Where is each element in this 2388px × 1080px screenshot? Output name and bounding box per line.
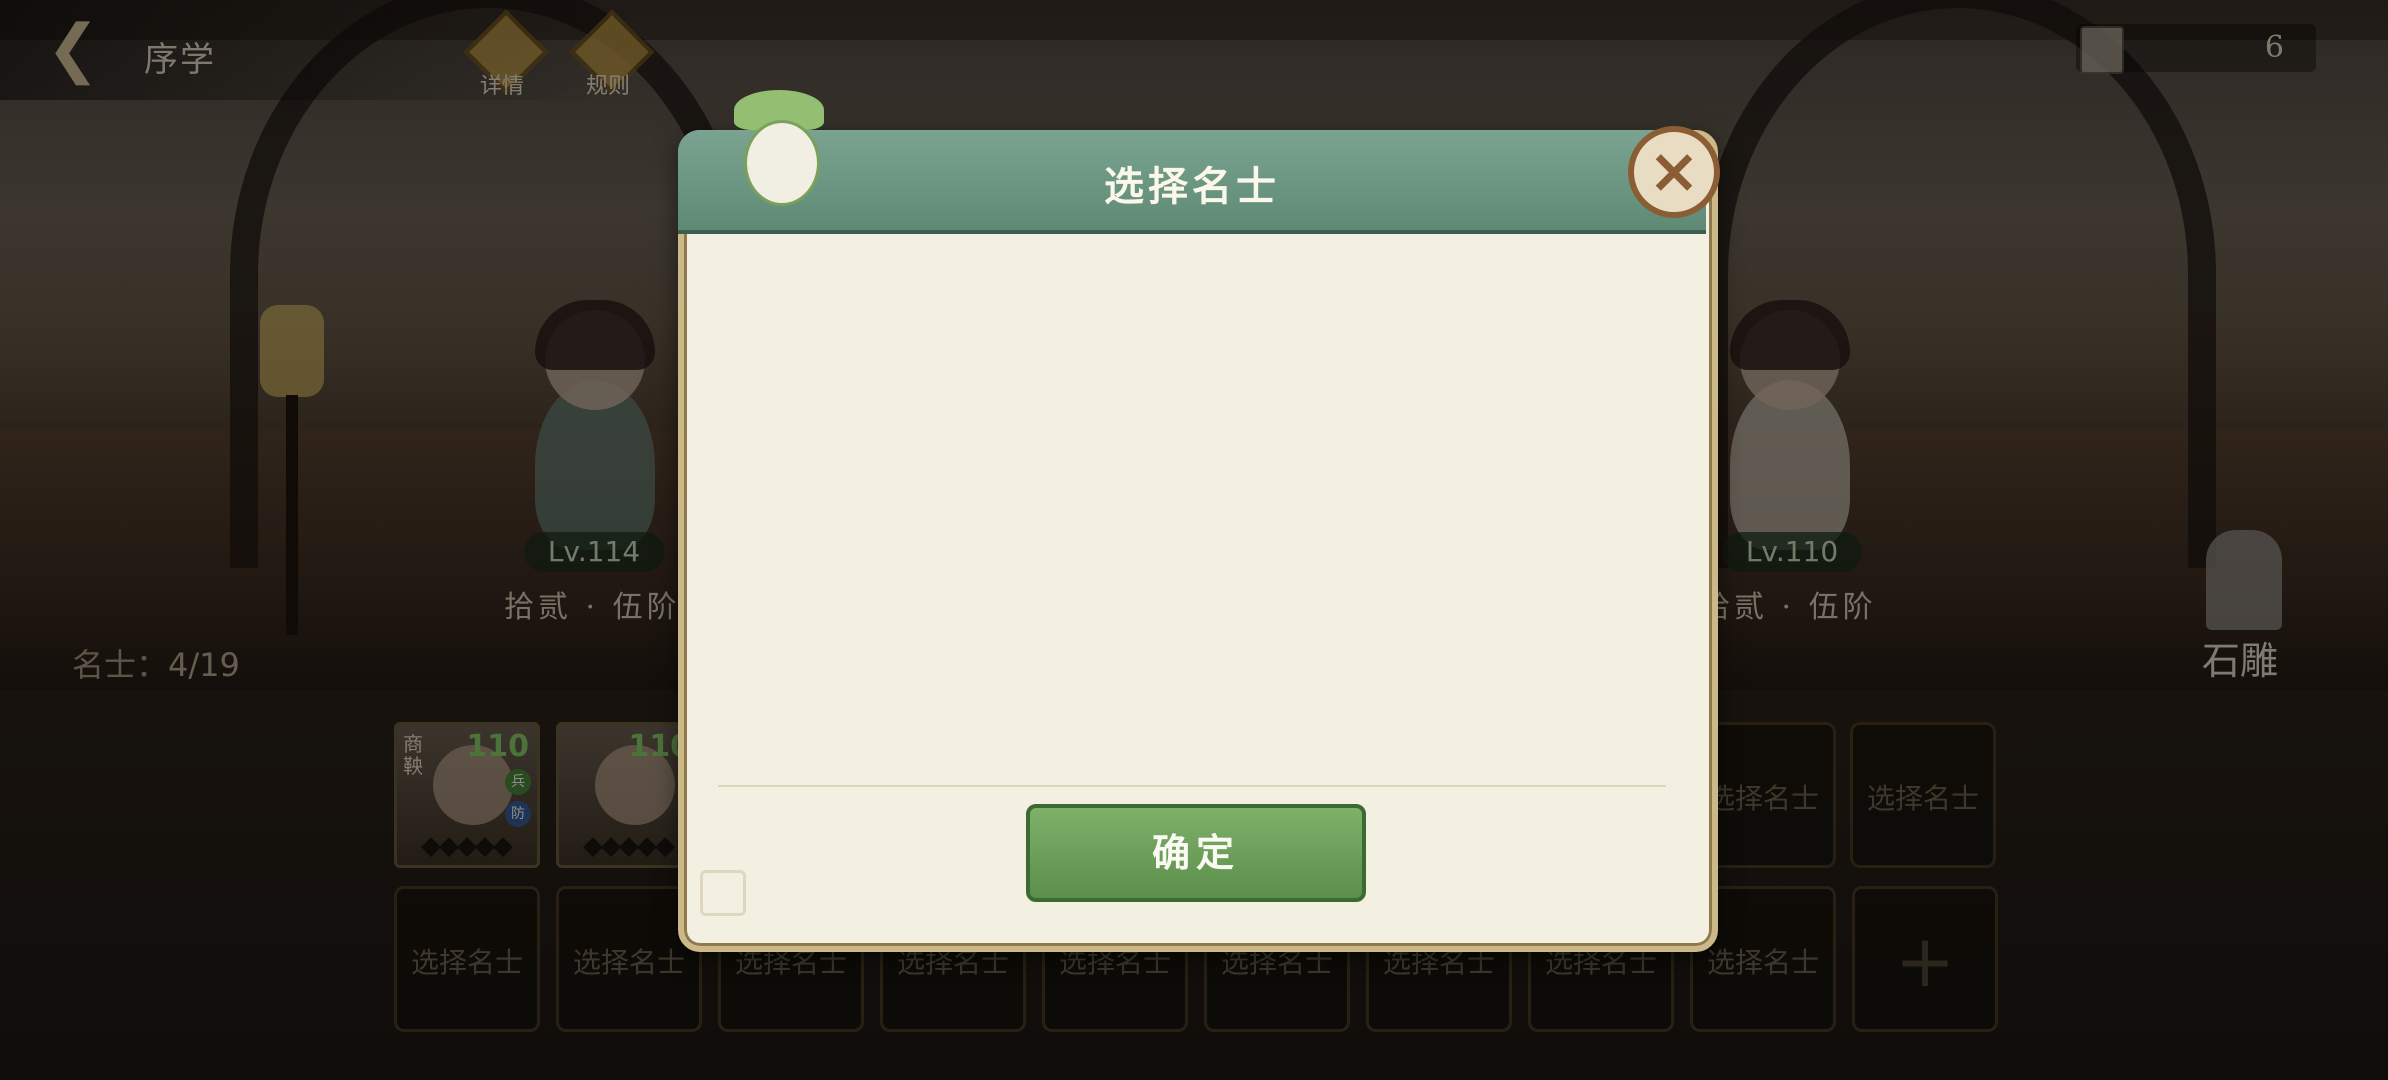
close-button[interactable]: ×	[1628, 126, 1720, 218]
close-icon: ×	[1648, 134, 1700, 207]
select-hero-dialog: 选择名士 × 确定	[678, 90, 1720, 952]
confirm-button[interactable]: 确定	[1026, 804, 1366, 902]
mascot-body	[744, 120, 820, 206]
dialog-divider	[718, 785, 1666, 787]
knot-ornament-icon	[700, 870, 746, 916]
dragon-mascot-icon	[716, 80, 836, 220]
